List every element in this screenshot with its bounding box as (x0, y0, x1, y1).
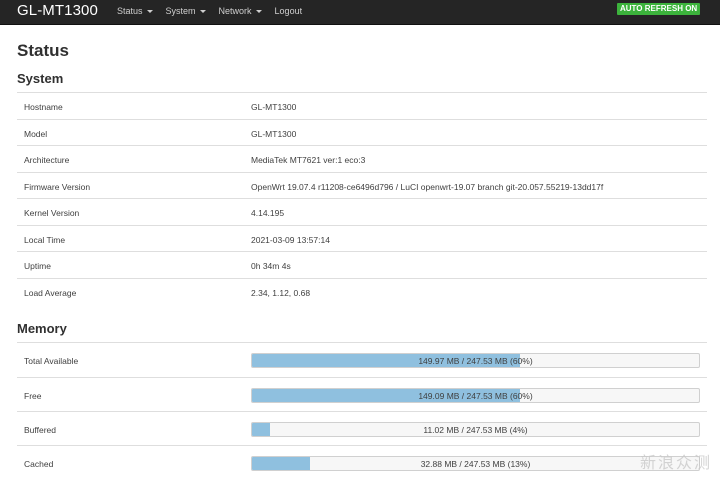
nav-logout-link[interactable]: Logout (275, 6, 303, 16)
table-row: Uptime 0h 34m 4s (17, 251, 707, 278)
row-label: Total Available (24, 356, 79, 366)
row-value: GL-MT1300 (251, 129, 297, 139)
row-label: Local Time (24, 235, 66, 245)
table-row: Free 149.09 MB / 247.53 MB (60%) (17, 377, 707, 411)
table-row: Architecture MediaTek MT7621 ver:1 eco:3 (17, 145, 707, 172)
nav-system-label: System (165, 6, 196, 16)
row-value: 4.14.195 (251, 208, 285, 218)
page-title: Status (17, 41, 69, 60)
table-row: Model GL-MT1300 (17, 119, 707, 145)
watermark-text: 新浪众测 (639, 455, 712, 472)
system-table: Hostname GL-MT1300 Model GL-MT1300 Archi… (17, 92, 707, 305)
chevron-down-icon (146, 10, 153, 13)
row-label: Kernel Version (24, 208, 80, 218)
row-label: Free (24, 391, 42, 401)
system-section-title: System (17, 71, 64, 86)
memory-progress-bar: 11.02 MB / 247.53 MB (4%) (251, 422, 700, 437)
chevron-down-icon (199, 10, 206, 13)
table-row: Cached 32.88 MB / 247.53 MB (13%) (17, 445, 707, 480)
table-row: Total Available 149.97 MB / 247.53 MB (6… (17, 342, 707, 377)
row-label: Firmware Version (24, 182, 91, 192)
table-row: Local Time 2021-03-09 13:57:14 (17, 225, 707, 251)
nav-network-label: Network (218, 6, 252, 16)
nav-system-menu[interactable]: System (166, 6, 206, 16)
row-value: 2021-03-09 13:57:14 (251, 235, 330, 245)
top-navbar: GL-MT1300 Status System Network Logout A… (0, 0, 720, 25)
table-row: Firmware Version OpenWrt 19.07.4 r11208-… (17, 172, 707, 198)
nav-status-label: Status (117, 6, 143, 16)
chevron-down-icon (255, 10, 262, 13)
memory-progress-bar: 149.09 MB / 247.53 MB (60%) (251, 388, 700, 403)
row-label: Load Average (24, 288, 77, 298)
memory-progress-text: 11.02 MB / 247.53 MB (4%) (423, 425, 528, 435)
row-label: Hostname (24, 102, 63, 112)
memory-progress-text: 149.09 MB / 247.53 MB (60%) (418, 391, 533, 401)
row-value: 2.34, 1.12, 0.68 (251, 288, 311, 298)
row-value: 0h 34m 4s (251, 261, 291, 271)
table-row: Load Average 2.34, 1.12, 0.68 (17, 278, 707, 305)
memory-section-title: Memory (17, 321, 67, 336)
row-label: Model (24, 129, 48, 139)
memory-progress-text: 149.97 MB / 247.53 MB (60%) (418, 356, 533, 366)
table-row: Kernel Version 4.14.195 (17, 198, 707, 225)
table-row: Buffered 11.02 MB / 247.53 MB (4%) (17, 411, 707, 445)
memory-progress-bar: 32.88 MB / 247.53 MB (13%) (251, 456, 700, 471)
memory-table: Total Available 149.97 MB / 247.53 MB (6… (17, 342, 707, 480)
nav-network-menu[interactable]: Network (219, 6, 262, 16)
row-value: MediaTek MT7621 ver:1 eco:3 (251, 155, 366, 165)
row-label: Uptime (24, 261, 51, 271)
nav-status-menu[interactable]: Status (117, 6, 153, 16)
auto-refresh-toggle[interactable]: AUTO REFRESH ON (617, 3, 701, 15)
memory-progress-text: 32.88 MB / 247.53 MB (13%) (420, 459, 531, 469)
row-value: OpenWrt 19.07.4 r11208-ce6496d796 / LuCI… (251, 182, 604, 192)
row-label: Architecture (24, 155, 70, 165)
brand-title[interactable]: GL-MT1300 (17, 2, 98, 19)
row-label: Cached (24, 459, 54, 469)
memory-progress-bar: 149.97 MB / 247.53 MB (60%) (251, 353, 700, 368)
table-row: Hostname GL-MT1300 (17, 92, 707, 119)
row-label: Buffered (24, 425, 56, 435)
row-value: GL-MT1300 (251, 102, 297, 112)
nav-menu: Status System Network Logout (117, 6, 315, 16)
